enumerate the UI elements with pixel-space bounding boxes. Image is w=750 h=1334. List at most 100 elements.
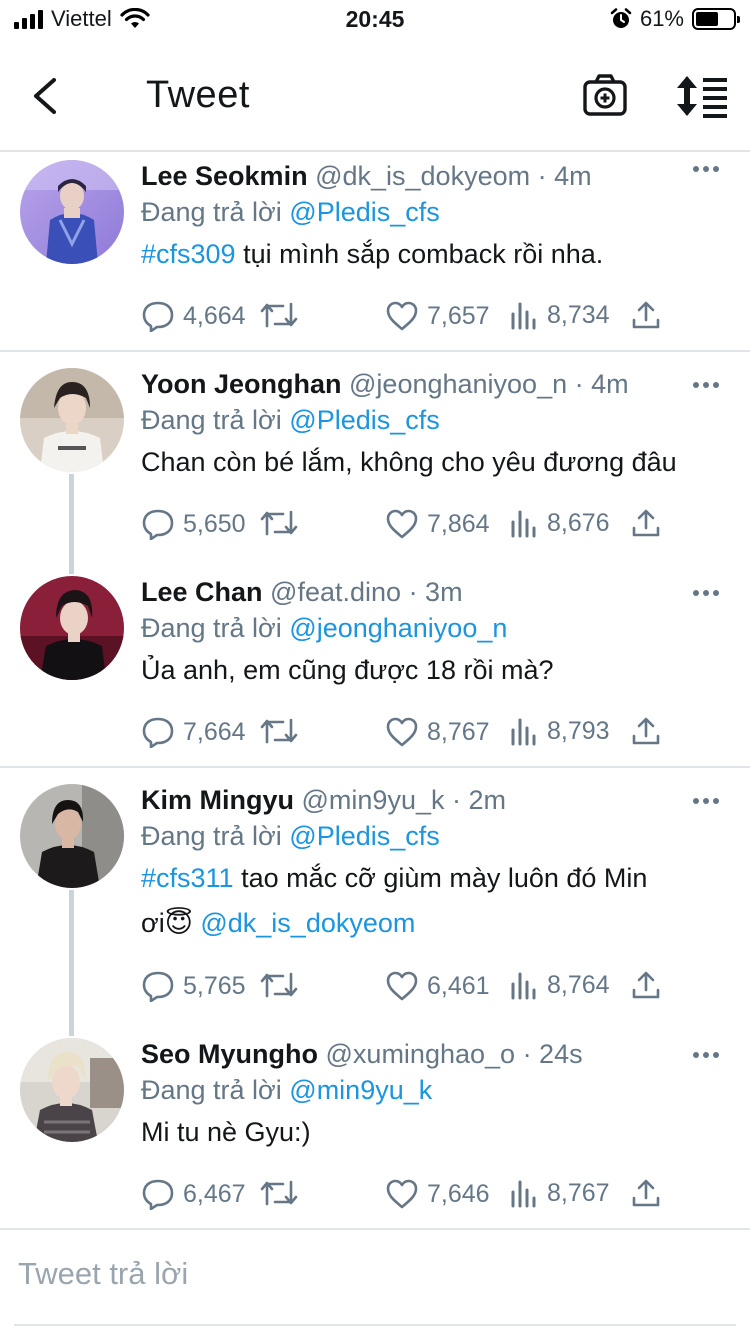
reply-underline <box>14 1324 736 1326</box>
avatar[interactable] <box>20 368 124 472</box>
views-button[interactable]: 8,764 <box>509 970 610 1000</box>
views-button[interactable]: 8,734 <box>509 300 610 330</box>
views-button[interactable]: 8,767 <box>509 1178 610 1208</box>
heart-icon <box>386 301 418 331</box>
battery-icon <box>692 8 740 30</box>
reply-button[interactable]: 6,467 <box>141 1178 246 1210</box>
share-button[interactable] <box>631 300 661 330</box>
reply-button[interactable]: 4,664 <box>141 300 246 332</box>
tweet-header: Yoon Jeonghan @jeonghaniyoo_n · 4m <box>141 366 736 402</box>
retweet-button[interactable] <box>259 1178 299 1208</box>
retweet-button[interactable] <box>259 300 299 330</box>
share-button[interactable] <box>631 716 661 746</box>
user-handle[interactable]: @feat.dino <box>270 577 401 607</box>
tweet-time: · 2m <box>452 785 506 815</box>
replying-to: Đang trả lời @Pledis_cfs <box>141 402 736 438</box>
replying-to-mention[interactable]: @min9yu_k <box>289 1075 432 1105</box>
display-name[interactable]: Lee Chan <box>141 577 263 607</box>
display-name[interactable]: Kim Mingyu <box>141 785 294 815</box>
user-handle[interactable]: @min9yu_k <box>302 785 445 815</box>
replying-to: Đang trả lời @jeonghaniyoo_n <box>141 610 736 646</box>
tweet-header: Lee Seokmin @dk_is_dokyeom · 4m <box>141 158 736 194</box>
replying-to-label: Đang trả lời <box>141 613 282 643</box>
view-count: 8,764 <box>547 970 610 999</box>
user-handle[interactable]: @dk_is_dokyeom <box>315 161 530 191</box>
tweet-lee-seokmin[interactable]: Lee Seokmin @dk_is_dokyeom · 4m Đang trả… <box>0 152 750 350</box>
heart-icon <box>386 1179 418 1209</box>
replying-to-mention[interactable]: @jeonghaniyoo_n <box>289 613 507 643</box>
back-arrow-icon[interactable] <box>26 74 66 118</box>
reply-count: 4,664 <box>183 301 246 330</box>
user-handle[interactable]: @xuminghao_o <box>326 1039 516 1069</box>
share-button[interactable] <box>631 1178 661 1208</box>
view-count: 8,734 <box>547 300 610 329</box>
share-button[interactable] <box>631 508 661 538</box>
page-title: Tweet <box>146 74 250 116</box>
app-header: Tweet <box>0 40 750 152</box>
more-options-icon[interactable] <box>692 378 720 392</box>
battery-level <box>696 12 718 26</box>
more-options-icon[interactable] <box>692 162 720 176</box>
like-button[interactable]: 6,461 <box>385 970 490 1002</box>
reply-icon <box>142 971 174 1002</box>
reply-icon <box>142 717 174 748</box>
tweet-yoon-jeonghan[interactable]: Yoon Jeonghan @jeonghaniyoo_n · 4m Đang … <box>0 358 750 566</box>
reply-button[interactable]: 7,664 <box>141 716 246 748</box>
hashtag-link[interactable]: #cfs311 <box>141 863 234 893</box>
retweet-button[interactable] <box>259 716 299 746</box>
view-count: 8,676 <box>547 508 610 537</box>
avatar[interactable] <box>20 1038 124 1142</box>
more-options-icon[interactable] <box>692 1048 720 1062</box>
tweet-text: Ủa anh, em cũng được 18 rồi mà? <box>141 655 554 685</box>
like-button[interactable]: 7,864 <box>385 508 490 540</box>
replying-to-mention[interactable]: @Pledis_cfs <box>289 197 439 227</box>
reply-count: 5,650 <box>183 509 246 538</box>
replying-to-mention[interactable]: @Pledis_cfs <box>289 821 439 851</box>
retweet-button[interactable] <box>259 508 299 538</box>
hashtag-link[interactable]: #cfs309 <box>141 239 236 269</box>
like-button[interactable]: 8,767 <box>385 716 490 748</box>
more-options-icon[interactable] <box>692 794 720 808</box>
tweet-kim-mingyu[interactable]: Kim Mingyu @min9yu_k · 2m Đang trả lời @… <box>0 774 750 1030</box>
reply-input[interactable] <box>18 1256 730 1292</box>
retweet-button[interactable] <box>259 970 299 1000</box>
avatar[interactable] <box>20 784 124 888</box>
camera-plus-icon[interactable] <box>582 72 628 118</box>
heart-icon <box>386 971 418 1001</box>
like-button[interactable]: 7,646 <box>385 1178 490 1210</box>
share-icon <box>632 1179 660 1207</box>
action-bar: 4,664 7,657 8,734 <box>141 300 681 334</box>
heart-icon <box>386 717 418 747</box>
like-button[interactable]: 7,657 <box>385 300 490 332</box>
reply-button[interactable]: 5,650 <box>141 508 246 540</box>
view-count: 8,767 <box>547 1178 610 1207</box>
tweet-seo-myungho[interactable]: Seo Myungho @xuminghao_o · 24s Đang trả … <box>0 1030 750 1226</box>
views-button[interactable]: 8,793 <box>509 716 610 746</box>
more-options-icon[interactable] <box>692 586 720 600</box>
tweet-time: · 24s <box>522 1039 583 1069</box>
reply-icon <box>142 509 174 540</box>
avatar[interactable] <box>20 160 124 264</box>
views-icon <box>511 718 536 746</box>
reply-composer <box>0 1228 750 1334</box>
share-button[interactable] <box>631 970 661 1000</box>
battery-percent: 61% <box>639 6 684 31</box>
avatar[interactable] <box>20 576 124 680</box>
retweet-icon <box>260 972 298 998</box>
tweet-lee-chan[interactable]: Lee Chan @feat.dino · 3m Đang trả lời @j… <box>0 566 750 766</box>
share-icon <box>632 971 660 999</box>
replying-to-mention[interactable]: @Pledis_cfs <box>289 405 439 435</box>
reply-button[interactable]: 5,765 <box>141 970 246 1002</box>
share-icon <box>632 717 660 745</box>
reply-count: 6,467 <box>183 1179 246 1208</box>
retweet-icon <box>260 510 298 536</box>
mention-link[interactable]: @dk_is_dokyeom <box>200 908 415 938</box>
sort-icon[interactable] <box>676 74 728 118</box>
display-name[interactable]: Seo Myungho <box>141 1039 318 1069</box>
display-name[interactable]: Lee Seokmin <box>141 161 308 191</box>
user-handle[interactable]: @jeonghaniyoo_n <box>349 369 567 399</box>
retweet-icon <box>260 718 298 744</box>
display-name[interactable]: Yoon Jeonghan <box>141 369 342 399</box>
views-button[interactable]: 8,676 <box>509 508 610 538</box>
status-bar: Viettel 20:45 61% <box>0 0 750 40</box>
